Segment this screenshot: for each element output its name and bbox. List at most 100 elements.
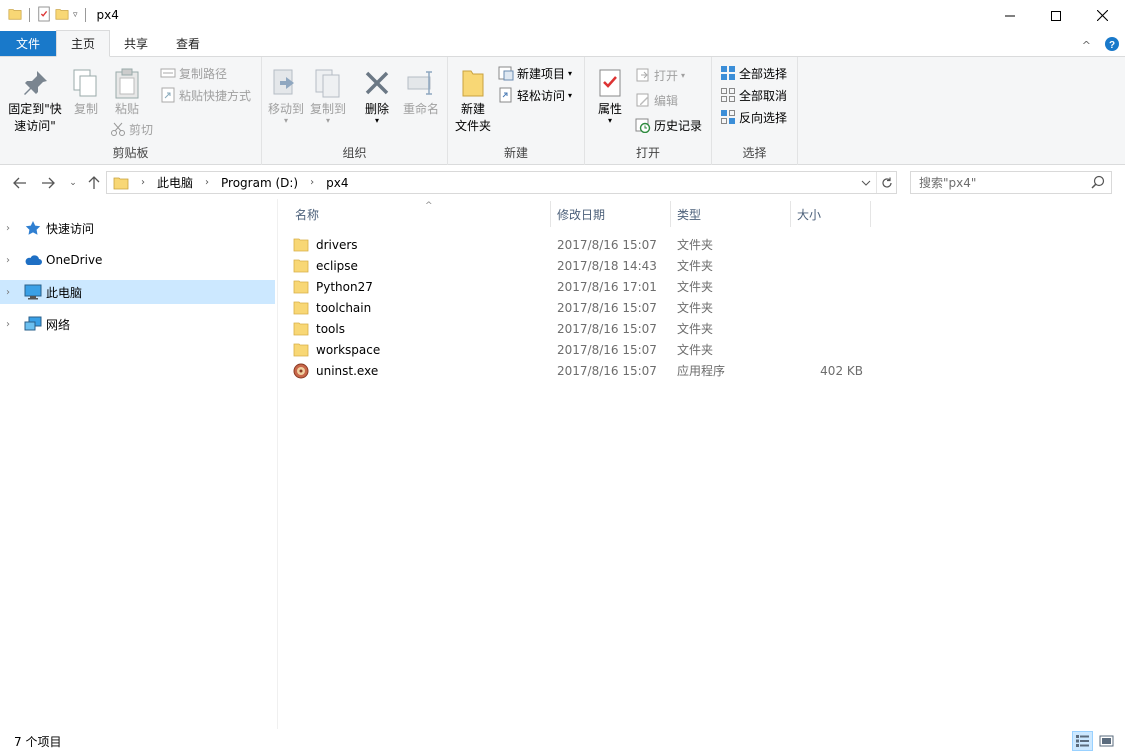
nav-item-onedrive[interactable]: › OneDrive [0,248,275,272]
expand-arrow-icon[interactable]: › [6,255,18,266]
select-none-button[interactable]: 全部取消 [720,85,787,105]
back-button[interactable] [10,173,30,193]
folder-icon [293,238,309,251]
column-header-size[interactable]: 大小 [791,201,871,227]
invert-selection-icon [721,110,735,124]
pin-quick-access-button[interactable]: 固定到"快速访问" [4,67,66,135]
file-type: 文件夹 [677,238,714,252]
file-name: uninst.exe [316,363,379,378]
address-bar[interactable]: › 此电脑 › Program (D:) › px4 [106,171,897,194]
file-row[interactable]: workspace 2017/8/16 15:07 文件夹 [293,339,871,360]
recent-locations-button[interactable]: ⌄ [63,173,83,193]
up-button[interactable] [84,173,104,193]
history-button[interactable]: 历史记录 [635,115,702,135]
maximize-button[interactable] [1033,0,1079,31]
column-header-date-label: 修改日期 [557,207,606,222]
folder-icon [293,301,309,314]
expand-arrow-icon[interactable]: › [6,319,18,330]
file-date: 2017/8/16 15:07 [557,342,657,357]
folder-icon [293,343,309,356]
navigation-bar: ⌄ › 此电脑 › Program (D:) › px4 搜索"px4" [0,166,1125,199]
edit-icon [636,93,649,107]
history-icon [635,118,651,133]
new-folder-button[interactable]: 新建 文件夹 [452,67,494,135]
minimize-button[interactable] [987,0,1033,31]
search-icon[interactable] [1091,175,1105,189]
details-view-button[interactable] [1072,731,1093,751]
paste-button[interactable]: 粘贴 [110,67,144,118]
help-icon[interactable]: ? [1105,37,1119,54]
paste-shortcut-button[interactable]: 粘贴快捷方式 [160,85,251,105]
file-row[interactable]: toolchain 2017/8/16 15:07 文件夹 [293,297,871,318]
column-header-name[interactable]: 名称 ^ [289,201,551,227]
breadcrumb-separator-icon[interactable]: › [141,177,145,188]
breadcrumb-current[interactable]: px4 [326,176,348,190]
large-icons-view-button[interactable] [1096,731,1117,751]
new-folder-icon[interactable] [55,7,69,24]
file-type: 文件夹 [677,343,714,357]
file-name: Python27 [316,279,373,294]
window-title: px4 [96,8,119,22]
properties-icon[interactable] [37,6,51,25]
tab-home[interactable]: 主页 [56,30,111,57]
select-group: 全部选择 全部取消 反向选择 选择 [712,57,798,165]
breadcrumb-separator-icon[interactable]: › [205,177,209,188]
nav-item-label: OneDrive [46,253,103,267]
invert-selection-button[interactable]: 反向选择 [720,107,787,127]
expand-arrow-icon[interactable]: › [6,287,18,298]
nav-item-this-pc[interactable]: › 此电脑 [0,280,275,304]
customize-toolbar-icon[interactable]: ▿ [73,10,78,20]
nav-item-quick-access[interactable]: › 快速访问 [0,216,275,240]
tab-share[interactable]: 共享 [110,30,162,56]
column-header-date[interactable]: 修改日期 [551,201,671,227]
edit-button[interactable]: 编辑 [635,90,678,110]
rename-label: 重命名 [402,102,439,116]
file-row[interactable]: drivers 2017/8/16 15:07 文件夹 [293,234,871,255]
properties-button[interactable]: 属性 ▾ [593,67,627,125]
file-row[interactable]: eclipse 2017/8/18 14:43 文件夹 [293,255,871,276]
history-label: 历史记录 [654,118,703,133]
open-button[interactable]: 打开 ▾ [635,65,685,85]
forward-button[interactable] [38,173,58,193]
select-all-button[interactable]: 全部选择 [720,63,787,83]
breadcrumb-drive[interactable]: Program (D:) [221,176,298,190]
rename-button[interactable]: 重命名 [400,67,442,118]
column-header-type[interactable]: 类型 [671,201,791,227]
copy-to-button[interactable]: 复制到 ▾ [308,67,348,125]
refresh-button[interactable] [876,172,896,193]
breadcrumb-separator-icon[interactable]: › [310,177,314,188]
up-arrow-icon [88,176,100,189]
clipboard-group: 固定到"快速访问" 复制 粘贴 复制路径 粘贴快捷方式 剪切 剪贴板 [0,57,262,165]
nav-item-network[interactable]: › 网络 [0,312,275,336]
expand-arrow-icon[interactable]: › [6,223,18,234]
folder-icon[interactable] [8,7,22,24]
copy-path-button[interactable]: 复制路径 [160,63,227,83]
new-item-icon [498,66,514,81]
file-row[interactable]: tools 2017/8/16 15:07 文件夹 [293,318,871,339]
file-list: 名称 ^ 修改日期 类型 大小 drivers 2017/8/16 15:07 … [279,199,1125,729]
file-name: eclipse [316,258,358,273]
move-to-button[interactable]: 移动到 ▾ [266,67,306,125]
close-button[interactable] [1079,0,1125,31]
file-row[interactable]: uninst.exe 2017/8/16 15:07 应用程序 402 KB [293,360,871,381]
open-label: 打开 [654,68,679,83]
select-none-icon [721,88,735,102]
copy-button[interactable]: 复制 [70,67,102,118]
collapse-ribbon-icon[interactable]: ^ [1082,39,1091,52]
new-item-button[interactable]: 新建项目 ▾ [498,63,572,83]
delete-button[interactable]: 删除 ▾ [360,67,394,125]
scissors-icon [111,122,125,136]
tab-file[interactable]: 文件 [0,31,56,56]
file-date: 2017/8/16 15:07 [557,363,657,378]
copy-path-label: 复制路径 [179,66,228,81]
folder-icon [293,259,309,272]
search-placeholder: 搜索"px4" [919,176,977,190]
search-input[interactable]: 搜索"px4" [910,171,1112,194]
address-dropdown-button[interactable] [856,172,876,193]
cut-button[interactable]: 剪切 [110,119,153,139]
easy-access-button[interactable]: 轻松访问 ▾ [498,85,572,105]
file-type: 文件夹 [677,322,714,336]
tab-view[interactable]: 查看 [162,30,214,56]
breadcrumb-this-pc[interactable]: 此电脑 [157,174,193,191]
file-row[interactable]: Python27 2017/8/16 17:01 文件夹 [293,276,871,297]
